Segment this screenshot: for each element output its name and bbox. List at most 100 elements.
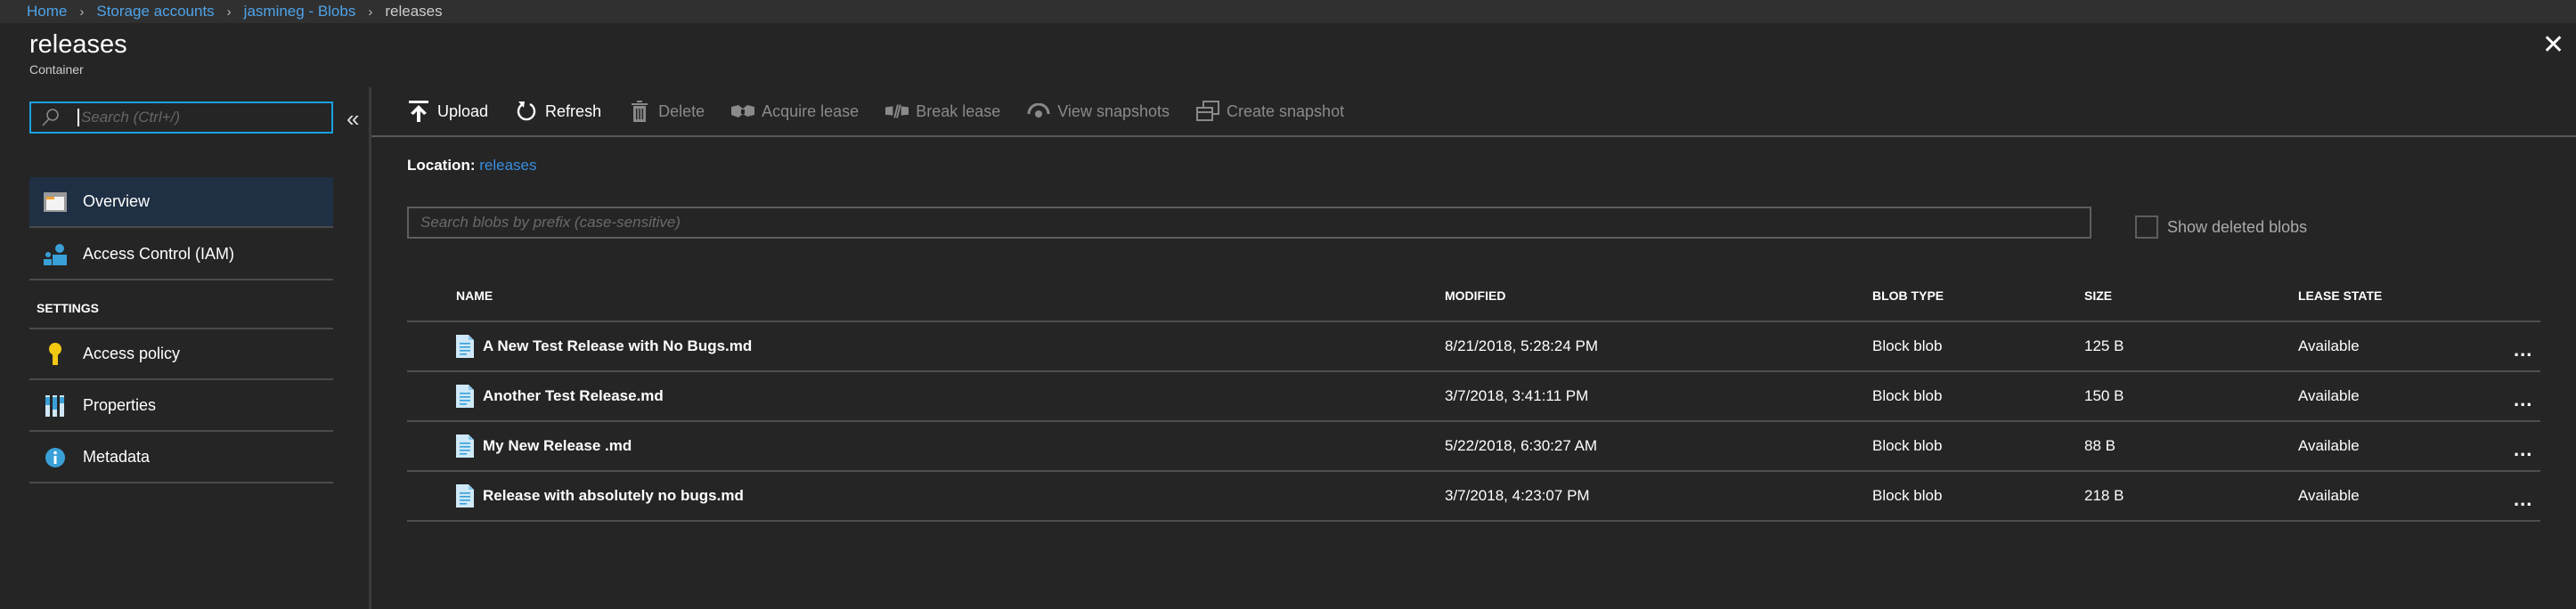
blob-type-cell: Block blob <box>1872 437 1943 454</box>
break-lease-icon <box>885 100 909 123</box>
column-header-name[interactable]: NAME <box>456 288 493 303</box>
breadcrumb-current: releases <box>385 3 443 20</box>
file-icon <box>456 484 474 508</box>
breadcrumb-blobs[interactable]: jasmineg - Blobs <box>244 3 356 20</box>
info-icon <box>44 446 67 469</box>
chevron-right-icon: › <box>226 4 232 20</box>
blob-name-cell[interactable]: A New Test Release with No Bugs.md <box>456 335 752 358</box>
blob-name: A New Test Release with No Bugs.md <box>483 337 753 354</box>
breadcrumb-home[interactable]: Home <box>27 3 67 20</box>
trash-icon <box>628 100 651 123</box>
acquire-lease-button[interactable]: Acquire lease <box>731 100 859 123</box>
sidebar-item-access-control[interactable]: Access Control (IAM) <box>29 230 333 280</box>
refresh-icon <box>515 100 538 123</box>
show-deleted-blobs-checkbox[interactable]: Show deleted blobs <box>2135 215 2307 239</box>
modified-cell: 8/21/2018, 5:28:24 PM <box>1445 337 1599 354</box>
blob-search-input[interactable] <box>409 208 2090 237</box>
blob-name-cell[interactable]: Release with absolutely no bugs.md <box>456 484 744 508</box>
size-cell: 88 B <box>2084 437 2115 454</box>
size-cell: 125 B <box>2084 337 2124 354</box>
create-snapshot-button[interactable]: Create snapshot <box>1196 100 1344 123</box>
blob-search[interactable] <box>407 207 2091 239</box>
sidebar-item-label: Metadata <box>83 448 151 466</box>
sidebar-search[interactable] <box>29 102 333 134</box>
column-header-blob-type[interactable]: BLOB TYPE <box>1872 288 1944 303</box>
table-header: NAME MODIFIED BLOB TYPE SIZE LEASE STATE <box>407 274 2540 322</box>
blob-name-cell[interactable]: My New Release .md <box>456 434 632 458</box>
blob-type-cell: Block blob <box>1872 487 1943 504</box>
settings-heading: SETTINGS <box>37 301 100 315</box>
delete-button[interactable]: Delete <box>628 100 705 123</box>
eye-icon <box>1027 100 1050 123</box>
size-cell: 150 B <box>2084 387 2124 404</box>
table-row[interactable]: Release with absolutely no bugs.md 3/7/2… <box>407 472 2540 522</box>
location: Location: releases <box>407 157 537 175</box>
column-header-modified[interactable]: MODIFIED <box>1445 288 1505 303</box>
collapse-sidebar-icon[interactable]: « <box>346 105 359 133</box>
show-deleted-blobs-label: Show deleted blobs <box>2167 217 2308 236</box>
modified-cell: 3/7/2018, 3:41:11 PM <box>1445 387 1589 404</box>
more-options-icon[interactable]: ... <box>2514 388 2532 411</box>
sidebar-item-properties[interactable]: Properties <box>29 381 333 432</box>
iam-icon <box>44 243 67 266</box>
close-icon[interactable]: ✕ <box>2542 32 2564 59</box>
view-snapshots-button[interactable]: View snapshots <box>1027 100 1170 123</box>
sidebar-item-label: Overview <box>83 192 151 210</box>
blob-name: Another Test Release.md <box>483 387 664 404</box>
blob-table: NAME MODIFIED BLOB TYPE SIZE LEASE STATE… <box>407 274 2540 522</box>
acquire-lease-label: Acquire lease <box>762 102 860 120</box>
container-icon <box>44 191 67 214</box>
blob-type-cell: Block blob <box>1872 337 1943 354</box>
breadcrumb-storage-accounts[interactable]: Storage accounts <box>96 3 214 20</box>
checkbox[interactable] <box>2135 215 2158 239</box>
sidebar-item-overview[interactable]: Overview <box>29 177 333 228</box>
blob-name: Release with absolutely no bugs.md <box>483 487 744 504</box>
search-icon <box>42 109 59 126</box>
blob-type-cell: Block blob <box>1872 387 1943 404</box>
blob-name-cell[interactable]: Another Test Release.md <box>456 385 664 408</box>
more-options-icon[interactable]: ... <box>2514 488 2532 511</box>
upload-icon <box>407 100 430 123</box>
sidebar: « Overview Access Control (IAM) SETTINGS… <box>0 87 369 609</box>
delete-label: Delete <box>658 102 705 120</box>
lease-state-cell: Available <box>2298 387 2360 404</box>
page-subtitle: Container <box>29 62 84 77</box>
upload-button[interactable]: Upload <box>407 100 488 123</box>
properties-icon <box>44 394 67 418</box>
sidebar-item-metadata[interactable]: Metadata <box>29 433 333 483</box>
handshake-icon <box>731 100 755 123</box>
view-snapshots-label: View snapshots <box>1057 102 1170 120</box>
sidebar-item-label: Access policy <box>83 345 181 362</box>
table-row[interactable]: My New Release .md 5/22/2018, 6:30:27 AM… <box>407 422 2540 472</box>
toolbar: Upload Refresh Delete Acquire lease Brea… <box>371 87 2576 137</box>
snapshot-icon <box>1196 100 1219 123</box>
lease-state-cell: Available <box>2298 337 2360 354</box>
sidebar-item-access-policy[interactable]: Access policy <box>29 329 333 380</box>
more-options-icon[interactable]: ... <box>2514 438 2532 461</box>
blob-name: My New Release .md <box>483 437 632 454</box>
break-lease-button[interactable]: Break lease <box>885 100 1000 123</box>
file-icon <box>456 385 474 408</box>
sidebar-item-label: Properties <box>83 396 157 414</box>
file-icon <box>456 434 474 458</box>
page-title: releases <box>29 30 127 59</box>
more-options-icon[interactable]: ... <box>2514 338 2532 361</box>
chevron-right-icon: › <box>79 4 85 20</box>
sidebar-item-label: Access Control (IAM) <box>83 245 235 263</box>
key-icon <box>44 342 67 366</box>
refresh-button[interactable]: Refresh <box>515 100 601 123</box>
location-label: Location: <box>407 157 476 174</box>
lease-state-cell: Available <box>2298 487 2360 504</box>
upload-label: Upload <box>437 102 489 120</box>
refresh-label: Refresh <box>545 102 602 120</box>
table-row[interactable]: Another Test Release.md 3/7/2018, 3:41:1… <box>407 372 2540 422</box>
lease-state-cell: Available <box>2298 437 2360 454</box>
sidebar-search-input[interactable] <box>77 109 318 126</box>
size-cell: 218 B <box>2084 487 2124 504</box>
column-header-size[interactable]: SIZE <box>2084 288 2112 303</box>
file-icon <box>456 335 474 358</box>
table-row[interactable]: A New Test Release with No Bugs.md 8/21/… <box>407 322 2540 372</box>
location-link[interactable]: releases <box>479 157 536 174</box>
chevron-right-icon: › <box>368 4 373 20</box>
column-header-lease-state[interactable]: LEASE STATE <box>2298 288 2382 303</box>
